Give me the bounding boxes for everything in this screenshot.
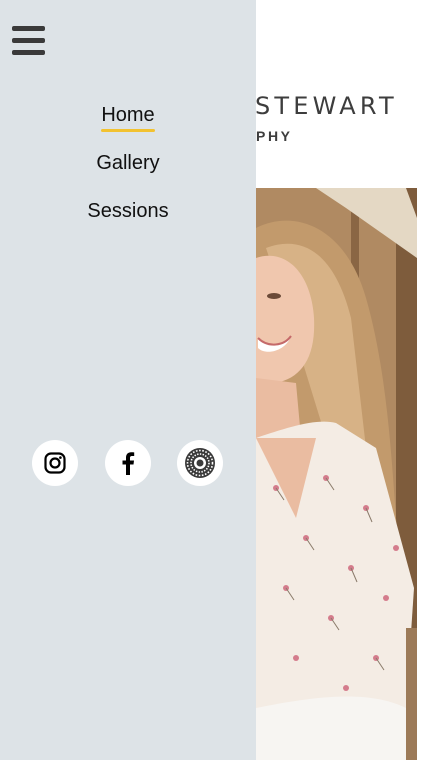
nav-item-label: Home — [101, 100, 156, 132]
hamburger-bar — [12, 50, 45, 55]
brand-logo[interactable]: STEWART PHY — [255, 92, 427, 144]
hamburger-bar — [12, 26, 45, 31]
nav-item-gallery[interactable]: Gallery — [0, 148, 256, 196]
side-menu-drawer: Home Gallery Sessions — [0, 0, 256, 760]
nav-item-label: Sessions — [87, 200, 169, 222]
main-nav: Home Gallery Sessions — [0, 100, 256, 244]
instagram-button[interactable] — [32, 440, 78, 486]
facebook-icon — [122, 452, 135, 475]
brand-name: STEWART — [255, 92, 398, 120]
nav-item-home[interactable]: Home — [0, 100, 256, 148]
hamburger-bar — [12, 38, 45, 43]
hero-portrait-photo — [256, 188, 417, 760]
nav-item-label: Gallery — [96, 152, 160, 174]
brand-subtitle: PHY — [256, 128, 293, 144]
vsco-button[interactable] — [177, 440, 223, 486]
facebook-button[interactable] — [105, 440, 151, 486]
vsco-icon — [185, 448, 215, 478]
instagram-icon — [44, 452, 66, 474]
nav-item-sessions[interactable]: Sessions — [0, 196, 256, 244]
hamburger-menu-icon[interactable] — [12, 26, 46, 56]
